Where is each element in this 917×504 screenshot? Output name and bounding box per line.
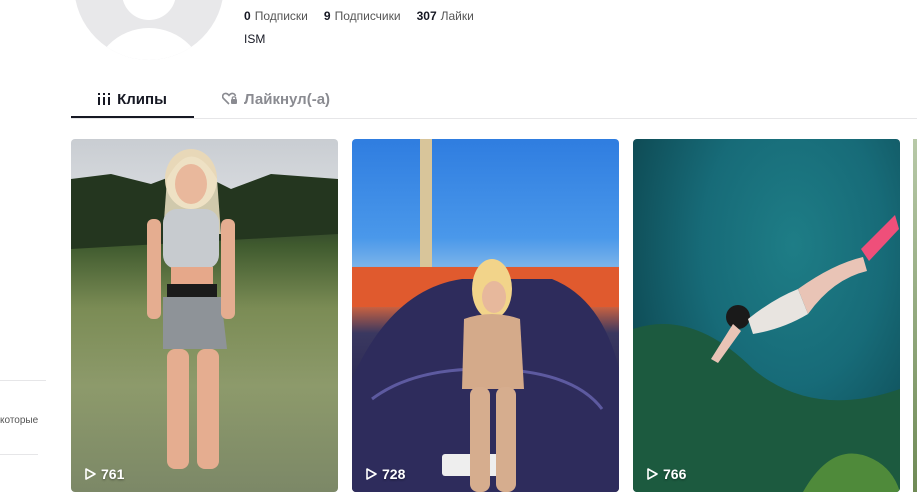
avatar-placeholder-head xyxy=(122,0,176,20)
avatar-placeholder-body xyxy=(92,28,206,60)
video-thumbnail xyxy=(71,149,338,469)
likes-count: 307 xyxy=(416,9,437,23)
following-label: Подписки xyxy=(254,9,308,23)
followers-stat[interactable]: 9 Подписчики xyxy=(324,9,401,23)
tab-clips[interactable]: Клипы xyxy=(71,84,194,114)
video-thumbnail xyxy=(352,139,619,492)
following-count: 0 xyxy=(244,9,251,23)
video-card-partial[interactable] xyxy=(913,139,917,492)
following-stat[interactable]: 0 Подписки xyxy=(244,9,308,23)
tabs-divider xyxy=(71,118,917,119)
sidebar-partial-text: которые xyxy=(0,415,39,426)
sidebar-divider xyxy=(0,380,46,381)
tab-clips-label: Клипы xyxy=(117,90,167,108)
followers-label: Подписчики xyxy=(334,9,401,23)
video-thumbnail xyxy=(633,215,900,492)
followers-count: 9 xyxy=(323,9,331,23)
profile-tabs: Клипы Лайкнул(-а) xyxy=(71,84,330,118)
grid-icon xyxy=(98,93,111,105)
sidebar-divider xyxy=(0,454,38,455)
view-count: 728 xyxy=(366,466,405,482)
view-count-value: 761 xyxy=(101,466,125,482)
tab-liked[interactable]: Лайкнул(-а) xyxy=(222,84,330,114)
view-count: 761 xyxy=(85,466,124,482)
tab-liked-label: Лайкнул(-а) xyxy=(244,90,331,108)
video-card[interactable]: 766 xyxy=(633,139,900,492)
likes-label: Лайки xyxy=(440,9,474,23)
video-card[interactable]: 761 xyxy=(71,139,338,492)
profile-bio: ISM xyxy=(244,32,266,46)
heart-lock-icon xyxy=(222,92,237,105)
view-count: 766 xyxy=(647,466,686,482)
video-card[interactable]: 728 xyxy=(352,139,619,492)
play-icon xyxy=(366,468,377,480)
play-icon xyxy=(647,468,658,480)
play-icon xyxy=(85,468,96,480)
profile-stats: 0 Подписки 9 Подписчики 307 Лайки xyxy=(244,9,474,23)
view-count-value: 766 xyxy=(663,466,687,482)
view-count-value: 728 xyxy=(382,466,406,482)
likes-stat: 307 Лайки xyxy=(417,9,474,23)
profile-avatar[interactable] xyxy=(74,0,224,60)
